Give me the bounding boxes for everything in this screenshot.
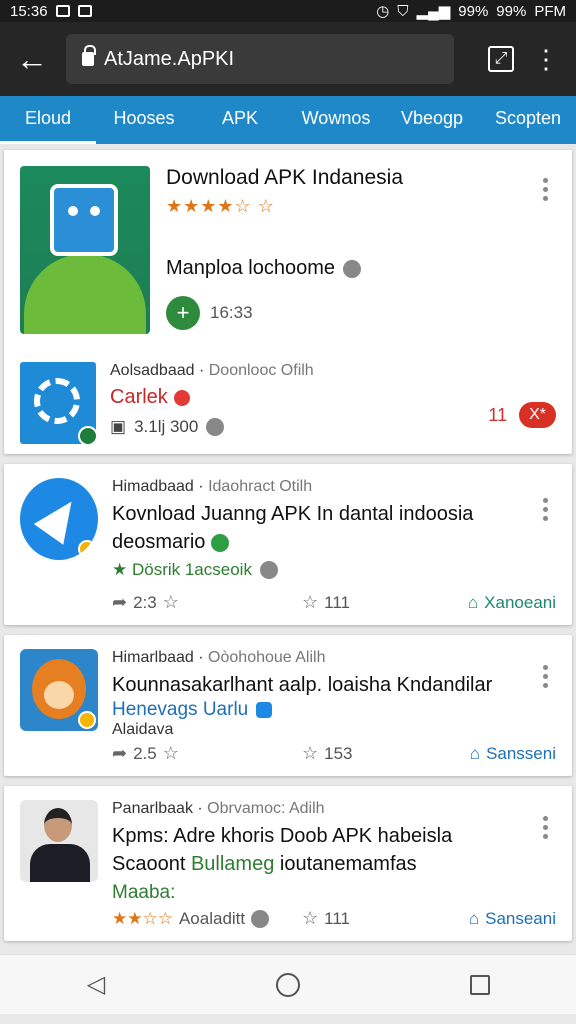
item-tag: Henevags Uarlu [112, 699, 249, 720]
system-nav-bar: ◁ [0, 954, 576, 1014]
item-title[interactable]: Kounnasakarlhant aalp. loaisha Kndandila… [112, 671, 556, 699]
nav-recents-icon[interactable] [460, 965, 500, 1005]
list-item[interactable]: Panarlbaak · Obrvamoc: Adilh Kpms: Adre … [4, 786, 572, 941]
rating-row: ★★☆☆ Aoaladitt [112, 909, 302, 929]
star-icon: ☆ [162, 743, 179, 763]
item-author: Himadbaad · [112, 478, 204, 495]
status-bar: 15:36 ◷ ⛉ ▂▄▆ 99% 99% PFM [0, 0, 576, 22]
rating-stars: ★★☆☆ [112, 908, 173, 928]
like-button[interactable]: ➦ 2:3 ☆ [112, 592, 302, 613]
info-icon [251, 909, 270, 928]
verified-icon [210, 533, 229, 552]
battery-percent-b: 99% [496, 2, 527, 20]
signal-icon: ▂▄▆ [416, 3, 451, 20]
person-photo-icon [20, 800, 98, 882]
shield-icon: ⛉ [397, 2, 409, 20]
nav-home-icon[interactable] [268, 965, 308, 1005]
app-notification-icon [77, 5, 92, 17]
tab-switcher-icon[interactable]: ⤢ [488, 46, 514, 72]
favorite-button[interactable]: ☆ 153 [302, 743, 432, 764]
favorite-button[interactable]: ☆ 111 [302, 592, 432, 613]
item-title[interactable]: Kovnload Juanng APK In dantal indoosia d… [112, 503, 473, 553]
alarm-icon: ◷ [376, 3, 390, 20]
tab-2[interactable]: APK [192, 96, 288, 144]
favorite-button[interactable]: ☆ 111 [302, 908, 432, 929]
item-title-line2: Scaoont [112, 853, 186, 875]
address-bar[interactable]: AtJame.ApPKI [66, 34, 454, 84]
verified-icon [343, 259, 361, 278]
home-share-icon: ⌂ [469, 743, 481, 763]
promo-number: 11 [488, 404, 508, 425]
rating-stars: ★★★★☆ ☆ [166, 196, 275, 216]
star-outline-icon: ☆ [302, 908, 319, 928]
item-tag: Maaba: [112, 882, 176, 903]
clock: 15:36 [10, 2, 48, 20]
overflow-menu-icon[interactable]: ⋮ [528, 44, 564, 75]
item-source: Obrvamoc: Adilh [207, 800, 325, 817]
navigation-app-icon [20, 478, 98, 560]
featured-title[interactable]: Download APK Indanesia [166, 166, 403, 190]
share-button[interactable]: ⌂ Sanseani [469, 909, 556, 929]
item-title-highlight: Bullameg [190, 853, 275, 875]
promo-count: 3.1lj 300 [134, 417, 199, 436]
promo-row[interactable]: Aolsadbaad · Doonlooc Ofilh Carlek ▣ 3.1l… [20, 362, 556, 446]
info-icon [206, 418, 225, 436]
promo-label: Carlek [110, 386, 168, 408]
red-badge-icon [173, 389, 190, 406]
star-icon: ☆ [162, 592, 179, 612]
blue-check-icon [256, 702, 273, 718]
share-arrow-icon: ➦ [112, 743, 128, 763]
url-text: AtJame.ApPKI [104, 47, 235, 70]
item-source: Oòohohoue Alilh [208, 649, 326, 666]
card-menu-icon[interactable] [542, 498, 548, 521]
featured-card[interactable]: Download APK Indanesia ★★★★☆ ☆ Manploa l… [4, 150, 572, 454]
lock-icon [82, 45, 96, 66]
promo-source: Doonlooc Ofilh [208, 362, 314, 379]
app-robot-icon [20, 166, 150, 334]
card-menu-icon[interactable] [542, 665, 548, 688]
home-share-icon: ⌂ [468, 908, 480, 928]
tab-5[interactable]: Scopten [480, 96, 576, 144]
tab-4[interactable]: Vbeogp [384, 96, 480, 144]
share-button[interactable]: ⌂ Sansseni [470, 744, 556, 764]
card-menu-icon[interactable] [542, 816, 548, 839]
item-author: Himarlbaad · [112, 649, 204, 666]
featured-time: 16:33 [210, 303, 253, 322]
like-button[interactable]: ➦ 2.5 ☆ [112, 743, 302, 764]
gear-app-icon [20, 362, 98, 446]
item-tag: ★ Dösrik 1acseoik [112, 560, 252, 579]
card-menu-icon[interactable] [542, 178, 548, 201]
info-icon [259, 561, 278, 579]
gallery-notification-icon [55, 5, 70, 17]
share-arrow-icon: ➦ [112, 592, 128, 612]
list-item[interactable]: Himarlbaad · Oòohohoue Alilh Kounnasakar… [4, 635, 572, 776]
item-tag-secondary: Alaidava [112, 721, 174, 738]
item-title-rest: ioutanemamfas [279, 853, 417, 875]
tab-1[interactable]: Hooses [96, 96, 192, 144]
item-author: Panarlbaak · [112, 800, 203, 817]
browser-toolbar: ← AtJame.ApPKI ⤢ ⋮ [0, 22, 576, 96]
tab-0[interactable]: Eloud [0, 96, 96, 144]
back-arrow-icon[interactable]: ← [12, 41, 52, 78]
item-title[interactable]: Kpms: Adre khoris Doob APK habeisla [112, 822, 556, 850]
featured-description: Manploa lochoome [166, 257, 335, 279]
share-button[interactable]: ⌂ Xanoeani [468, 593, 556, 613]
add-button[interactable]: + [166, 296, 200, 330]
star-outline-icon: ☆ [302, 743, 319, 763]
feed: Download APK Indanesia ★★★★☆ ☆ Manploa l… [0, 144, 576, 954]
clock-right: PFM [534, 2, 566, 20]
home-share-icon: ⌂ [467, 592, 479, 612]
battery-percent-a: 99% [458, 2, 489, 20]
category-tabs: Eloud Hooses APK Wownos Vbeogp Scopten [0, 96, 576, 144]
nav-back-icon[interactable]: ◁ [76, 965, 116, 1005]
star-outline-icon: ☆ [302, 592, 319, 612]
promo-pill[interactable]: X* [519, 402, 556, 428]
list-item[interactable]: Himadbaad · Idaohract Otilh Kovnload Jua… [4, 464, 572, 625]
item-source: Idaohract Otilh [208, 478, 313, 495]
bag-icon: ▣ [110, 417, 127, 436]
promo-author: Aolsadbaad · [110, 362, 205, 379]
monkey-app-icon [20, 649, 98, 731]
tab-3[interactable]: Wownos [288, 96, 384, 144]
